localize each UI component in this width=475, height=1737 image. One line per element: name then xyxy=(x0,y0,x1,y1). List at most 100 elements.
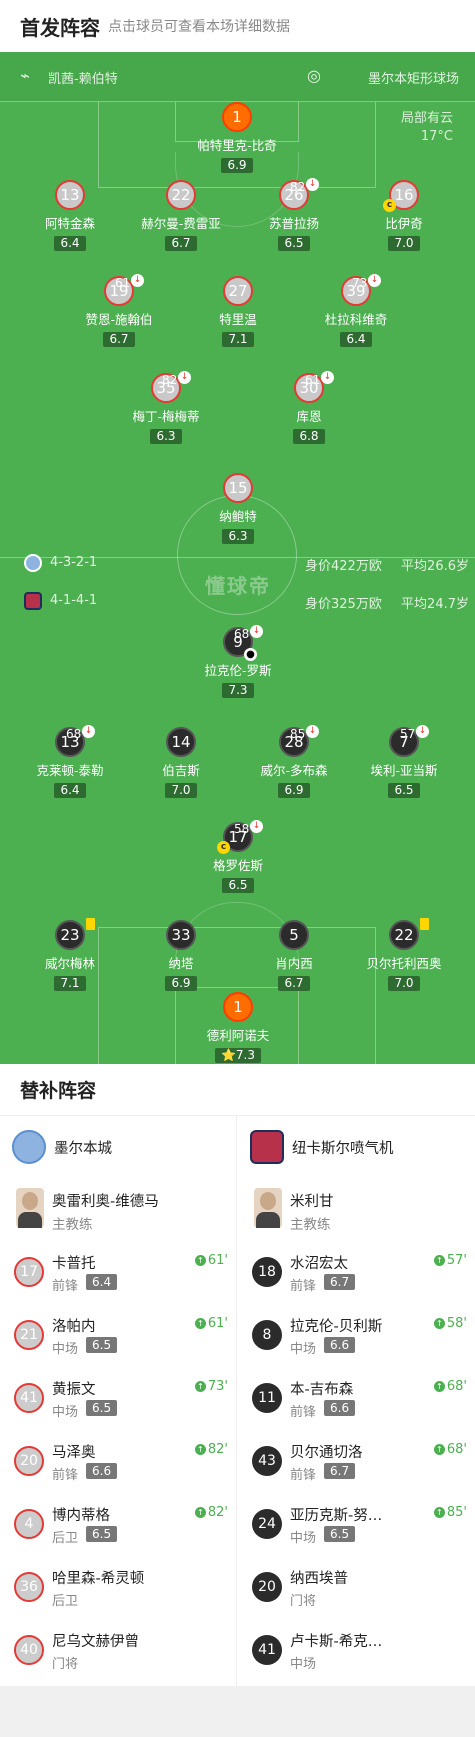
sub-player-row[interactable]: 43 贝尔通切洛 前锋 6.7 ↑ 68' xyxy=(238,1429,475,1492)
player-name: 比伊奇 xyxy=(385,216,423,231)
sub-minute: 68' xyxy=(234,627,253,641)
player-rating: 6.3 xyxy=(222,529,254,544)
sub-on-time: ↑ 58' xyxy=(433,1316,467,1331)
sub-player-row[interactable]: 17 卡普托 前锋 6.4 ↑ 61' xyxy=(0,1240,236,1303)
sub-name: 水沼宏太 xyxy=(290,1256,348,1272)
home-team-row[interactable]: 墨尔本城 xyxy=(0,1116,236,1178)
sub-on-time: ↑ 61' xyxy=(194,1316,228,1331)
player-home[interactable]: 13 阿特金森 6.4 xyxy=(10,180,130,251)
number-text: 23 xyxy=(60,926,80,944)
player-rating: 6.5 xyxy=(222,878,254,893)
player-rating: 7.3 xyxy=(222,683,254,698)
sub-position: 前锋 xyxy=(290,1468,317,1483)
coach-role: 主教练 xyxy=(290,1217,331,1233)
sub-name: 哈里森-希灵顿 xyxy=(52,1571,145,1587)
home-crest-icon xyxy=(24,554,42,572)
sub-on-minute: 68' xyxy=(446,1379,467,1394)
player-home[interactable]: 19 ↓ 61' 赞恩-施翰伯 6.7 xyxy=(59,274,179,347)
player-rating: 6.9 xyxy=(278,783,310,798)
player-home[interactable]: 22 赫尔曼-费雷亚 6.7 xyxy=(121,180,241,251)
player-home[interactable]: 35 ↓ 82' 梅丁-梅梅蒂 6.3 xyxy=(106,371,226,444)
sub-player-row[interactable]: 20 马泽奥 前锋 6.6 ↑ 82' xyxy=(0,1429,236,1492)
player-rating: 7.1 xyxy=(54,976,86,991)
sub-rating: 6.5 xyxy=(324,1526,356,1542)
sub-player-row[interactable]: 20 纳西埃普 门将 xyxy=(238,1555,475,1618)
sub-number: 40 xyxy=(14,1635,44,1665)
sub-number: 17 xyxy=(14,1257,44,1287)
player-rating: 7.1 xyxy=(222,332,254,347)
sub-minute: 61' xyxy=(115,276,134,290)
player-number: 13 xyxy=(55,180,85,210)
player-rating: 6.4 xyxy=(54,236,86,251)
player-away[interactable]: 7 ↓ 57' 埃利-亚当斯 6.5 xyxy=(344,725,464,798)
sub-player-row[interactable]: 11 本-吉布森 前锋 6.6 ↑ 68' xyxy=(238,1366,475,1429)
sub-player-row[interactable]: 41 黄振文 中场 6.5 ↑ 73' xyxy=(0,1366,236,1429)
sub-on-icon: ↑ xyxy=(433,1318,445,1329)
stadium-name: 墨尔本矩形球场 xyxy=(367,72,459,87)
player-rating: 6.4 xyxy=(54,783,86,798)
sub-on-icon: ↑ xyxy=(433,1255,445,1266)
coach-role: 主教练 xyxy=(52,1217,93,1233)
sub-player-row[interactable]: 18 水沼宏太 前锋 6.7 ↑ 57' xyxy=(238,1240,475,1303)
sub-name: 卢卡斯-希克… xyxy=(290,1634,383,1650)
player-name: 格罗佐斯 xyxy=(212,858,263,873)
sub-name: 拉克伦-贝利斯 xyxy=(290,1319,383,1335)
sub-name: 尼乌文赫伊曾 xyxy=(52,1634,139,1650)
sub-player-row[interactable]: 4 博内蒂格 后卫 6.5 ↑ 82' xyxy=(0,1492,236,1555)
player-name: 伯吉斯 xyxy=(162,763,200,778)
player-rating: 7.0 xyxy=(388,976,420,991)
sub-player-row[interactable]: 41 卢卡斯-希克… 中场 xyxy=(238,1618,475,1681)
player-home-gk[interactable]: 1 帕特里克-比奇 6.9 xyxy=(177,102,297,173)
player-away[interactable]: 17 ↓ c 58' 格罗佐斯 6.5 xyxy=(178,820,298,893)
player-rating: 6.9 xyxy=(165,976,197,991)
home-coach[interactable]: 奥雷利奥-维德马 主教练 xyxy=(0,1178,236,1240)
sub-position: 前锋 xyxy=(52,1468,79,1483)
player-away[interactable]: 33 纳塔 6.9 xyxy=(121,920,241,991)
sub-number: 11 xyxy=(252,1383,282,1413)
player-home[interactable]: 15 纳鲍特 6.3 xyxy=(178,473,298,544)
stadium-icon: ◎ xyxy=(307,66,321,85)
sub-rating: 6.5 xyxy=(86,1400,118,1416)
weather-condition: 局部有云 xyxy=(400,111,453,126)
player-home[interactable]: 26 ↓ 82' 苏普拉扬 6.5 xyxy=(234,178,354,251)
sub-player-row[interactable]: 8 拉克伦-贝利斯 中场 6.6 ↑ 58' xyxy=(238,1303,475,1366)
sub-player-row[interactable]: 21 洛帕内 中场 6.5 ↑ 61' xyxy=(0,1303,236,1366)
player-away[interactable]: 22 贝尔托利西奥 7.0 xyxy=(344,918,464,991)
referee-name: 凯茜-赖伯特 xyxy=(48,72,118,87)
player-home[interactable]: 27 特里温 7.1 xyxy=(178,276,298,347)
away-team-row[interactable]: 纽卡斯尔喷气机 xyxy=(238,1116,475,1178)
sub-on-minute: 85' xyxy=(446,1505,467,1520)
sub-position: 中场 xyxy=(52,1342,79,1357)
sub-player-row[interactable]: 40 尼乌文赫伊曾 门将 xyxy=(0,1618,236,1681)
player-away[interactable]: 23 威尔梅林 7.1 xyxy=(10,918,130,991)
player-number: 27 xyxy=(223,276,253,306)
player-home[interactable]: 16 c 比伊奇 7.0 xyxy=(344,180,464,251)
sub-number: 18 xyxy=(252,1257,282,1287)
player-number: 16 c xyxy=(383,180,419,212)
away-coach[interactable]: 米利甘 主教练 xyxy=(238,1178,475,1240)
sub-name: 博内蒂格 xyxy=(52,1508,110,1524)
sub-player-row[interactable]: 36 哈里森-希灵顿 后卫 xyxy=(0,1555,236,1618)
player-away[interactable]: 13 ↓ 68' 克莱顿-泰勒 6.4 xyxy=(10,725,130,798)
captain-icon: c xyxy=(217,841,230,854)
sub-position: 前锋 xyxy=(290,1405,317,1420)
player-rating: 6.4 xyxy=(340,332,372,347)
sub-position: 后卫 xyxy=(52,1594,79,1609)
sub-on-icon: ↑ xyxy=(194,1507,206,1518)
player-name: 威尔梅林 xyxy=(44,956,95,971)
player-name: 拉克伦-罗斯 xyxy=(204,663,272,678)
player-away[interactable]: 9 ↓ ● 68' 拉克伦-罗斯 7.3 xyxy=(178,625,298,698)
player-name: 苏普拉扬 xyxy=(268,216,319,231)
subs-title: 替补阵容 xyxy=(0,1064,475,1116)
player-rating: 6.5 xyxy=(278,236,310,251)
sub-name: 亚历克斯-努… xyxy=(290,1508,383,1524)
player-home[interactable]: 30 ↓ 61' 库恩 6.8 xyxy=(249,371,369,444)
sub-on-minute: 57' xyxy=(446,1253,467,1268)
player-away[interactable]: 5 肖内西 6.7 xyxy=(234,920,354,991)
player-away[interactable]: 28 ↓ 85' 威尔-多布森 6.9 xyxy=(234,725,354,798)
player-home[interactable]: 39 ↓ 73' 杜拉科维奇 6.4 xyxy=(296,274,416,347)
player-away[interactable]: 14 伯吉斯 7.0 xyxy=(121,727,241,798)
sub-player-row[interactable]: 24 亚历克斯-努… 中场 6.5 ↑ 85' xyxy=(238,1492,475,1555)
player-away-gk[interactable]: 1 德利阿诺夫 ⭐7.3 xyxy=(178,992,298,1063)
player-rating: 7.0 xyxy=(388,236,420,251)
